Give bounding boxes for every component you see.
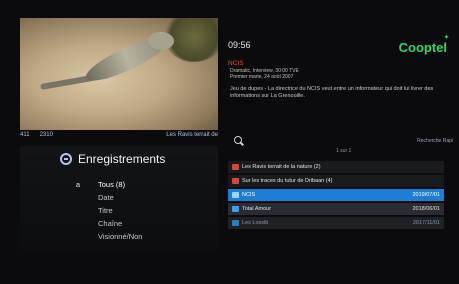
brand-logo: Cooptel ✦ xyxy=(398,35,449,55)
menu-item-channel[interactable]: Chaîne xyxy=(20,217,218,230)
lizard-head xyxy=(148,32,174,50)
search-row: Recherche Rapi xyxy=(228,136,453,146)
menu-item-label: Chaîne xyxy=(98,219,123,228)
video-info-bar: 411 2310 Les Ravis terrait de xyxy=(20,130,218,140)
menu-item-watched[interactable]: Visionné/Non xyxy=(20,230,218,243)
page-indicator: 1 sur 1 xyxy=(336,148,352,154)
menu-item-bullet xyxy=(20,204,98,217)
search-hint: Recherche Rapi xyxy=(417,138,453,144)
clock: 09:56 xyxy=(228,40,251,50)
list-item-date: 2018/06/01 xyxy=(412,206,440,212)
sort-menu: a Tous (8) Date Titre Chaîne Visionné/No… xyxy=(20,178,218,243)
recordings-list: Les Ravis terrait de la nature (2) Sur l… xyxy=(228,161,444,231)
recordings-icon xyxy=(60,153,72,165)
menu-item-bullet xyxy=(20,217,98,230)
list-item-title: Les Ravis terrait de la nature (2) xyxy=(242,164,321,170)
panel-title-row: Enregistrements xyxy=(20,146,218,166)
list-item[interactable]: Les Ravis terrait de la nature (2) xyxy=(228,161,444,173)
list-item[interactable]: Sur les traces du tutur de Dribaan (4) xyxy=(228,175,444,187)
recording-icon xyxy=(232,206,239,212)
list-item-date: 2017/11/01 xyxy=(412,220,440,226)
list-item-title: Sur les traces du tutur de Dribaan (4) xyxy=(242,178,333,184)
menu-item-date[interactable]: Date xyxy=(20,191,218,204)
video-info-channel: 411 xyxy=(20,132,30,138)
menu-item-label: Visionné/Non xyxy=(98,232,143,241)
menu-item-bullet xyxy=(20,230,98,243)
menu-item-title[interactable]: Titre xyxy=(20,204,218,217)
program-meta-line: Premier marie, 24 aoüt 2007 xyxy=(230,74,294,80)
folder-icon xyxy=(232,178,239,184)
menu-item-bullet xyxy=(20,191,98,204)
program-title: NCIS xyxy=(228,60,244,67)
menu-item-all[interactable]: a Tous (8) xyxy=(20,178,218,191)
menu-item-label: Titre xyxy=(98,206,113,215)
menu-item-bullet: a xyxy=(75,180,80,189)
panel-title: Enregistrements xyxy=(78,152,166,166)
list-item-title: NCIS xyxy=(242,192,256,198)
recordings-screen: 411 2310 Les Ravis terrait de Enregistre… xyxy=(0,0,459,284)
recording-icon xyxy=(232,192,239,198)
recording-icon xyxy=(232,220,239,226)
list-item[interactable]: Les Lossib 2017/11/01 xyxy=(228,217,444,229)
video-preview xyxy=(20,18,218,130)
list-item-title: Les Lossib xyxy=(242,220,269,226)
program-meta: Dramatic, Interview, 30:00 TVE Premier m… xyxy=(230,68,410,80)
list-item[interactable]: Total Amour 2018/06/01 xyxy=(228,203,444,215)
folder-icon xyxy=(232,164,239,170)
left-panel: Enregistrements a Tous (8) Date Titre Ch… xyxy=(20,146,218,251)
search-icon[interactable] xyxy=(234,136,242,144)
list-item-date: 2019/07/01 xyxy=(412,192,440,198)
program-description: Jeu de dupes - La directrice du NCIS veu… xyxy=(230,86,434,99)
menu-item-label: Date xyxy=(98,193,114,202)
list-item-selected[interactable]: NCIS 2019/07/01 xyxy=(228,189,444,201)
right-panel: 09:56 Cooptel ✦ NCIS Dramatic, Interview,… xyxy=(228,18,453,278)
list-item-title: Total Amour xyxy=(242,206,272,212)
menu-item-label: Tous (8) xyxy=(98,180,126,189)
video-info-time: 2310 xyxy=(39,132,53,138)
brand-logo-text: Cooptel xyxy=(398,40,447,55)
logo-star-icon: ✦ xyxy=(443,35,449,41)
video-info-title: Les Ravis terrait de xyxy=(166,132,218,138)
